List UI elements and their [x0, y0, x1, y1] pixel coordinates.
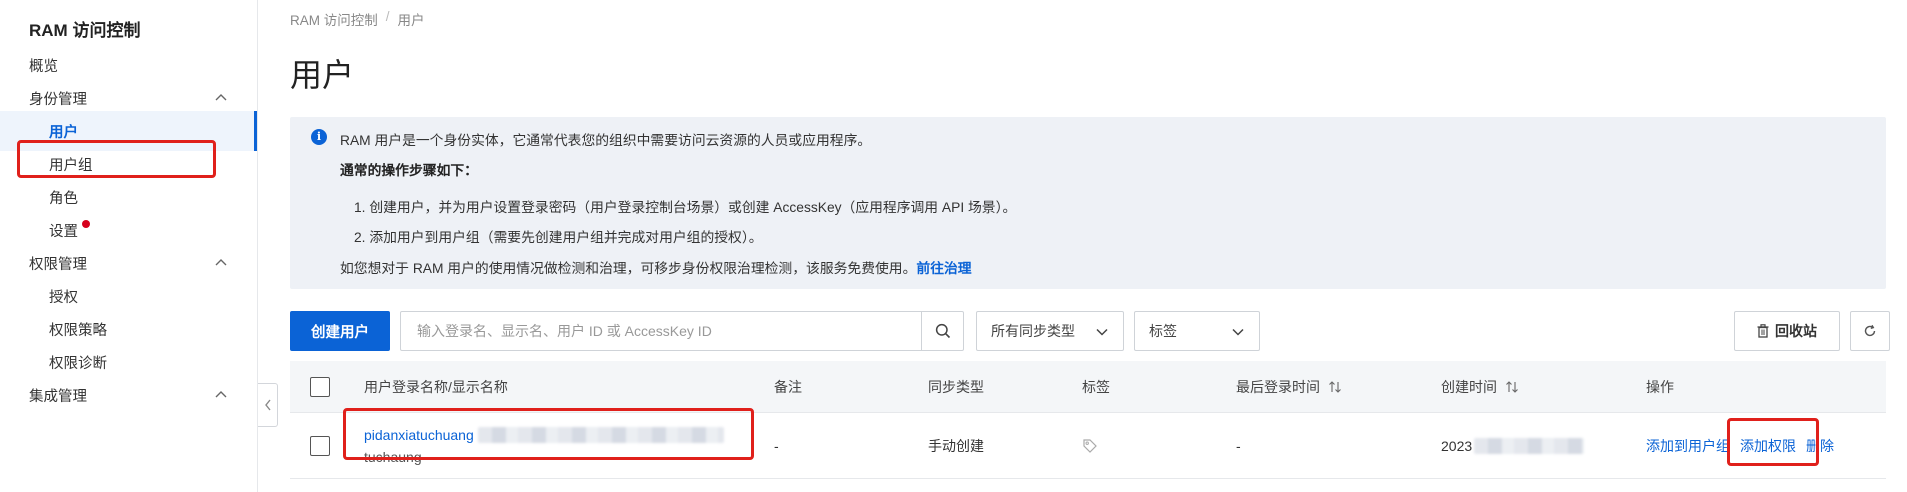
header-select-cell [310, 361, 330, 412]
sort-icon [1506, 380, 1518, 393]
sidebar-item-label: 身份管理 [29, 91, 87, 108]
add-to-group-link[interactable]: 添加到用户组 [1646, 436, 1730, 456]
sidebar-item-label: 用户组 [49, 157, 93, 174]
tag-select-value: 标签 [1149, 323, 1177, 339]
create-user-button[interactable]: 创建用户 [290, 311, 390, 351]
header-last-login-label: 最后登录时间 [1236, 378, 1320, 395]
breadcrumb-item-users: 用户 [397, 13, 425, 28]
sidebar-item-label: 权限策略 [49, 322, 107, 339]
row-select-cell [310, 413, 330, 478]
breadcrumb-item-ram[interactable]: RAM 访问控制 [290, 9, 378, 29]
search-icon [935, 323, 950, 339]
search-input[interactable] [401, 312, 921, 350]
sidebar-item-label: 概览 [29, 58, 58, 75]
add-permission-link[interactable]: 添加权限 [1740, 436, 1796, 456]
sidebar-title: RAM 访问控制 [29, 21, 141, 40]
info-line-step1: 1. 创建用户，并为用户设置登录密码（用户登录控制台场景）或创建 AccessK… [354, 200, 1017, 215]
info-line-steps-title: 通常的操作步骤如下： [340, 163, 478, 178]
notification-dot [82, 220, 90, 228]
header-last-login[interactable]: 最后登录时间 [1236, 361, 1342, 412]
sort-icon [1329, 380, 1341, 393]
tag-icon [1083, 438, 1097, 453]
info-line-governance: 如您想对于 RAM 用户的使用情况做检测和治理，可移步身份权限治理检测，该服务免… [340, 257, 972, 277]
user-created-time: 2023 [1441, 437, 1473, 454]
user-created-cell: 2023 [1441, 413, 1585, 478]
chevron-left-icon [264, 399, 271, 411]
select-all-checkbox[interactable] [310, 376, 330, 397]
user-sync-type: 手动创建 [928, 437, 984, 454]
sidebar-item-label: 集成管理 [29, 388, 87, 405]
sidebar-collapse-handle[interactable] [258, 383, 278, 427]
info-line-intro: RAM 用户是一个身份实体，它通常代表您的组织中需要访问云资源的人员或应用程序。 [340, 133, 872, 148]
header-name: 用户登录名称/显示名称 [364, 378, 508, 395]
user-name-cell: pidanxiatuchuang tuchaung [364, 413, 724, 478]
chevron-down-icon [1232, 328, 1244, 336]
search-box [400, 311, 964, 351]
info-governance-text: 如您想对于 RAM 用户的使用情况做检测和治理，可移步身份权限治理检测，该服务免… [340, 261, 917, 276]
chevron-down-icon [1096, 328, 1108, 336]
refresh-icon [1864, 324, 1876, 337]
table-row: pidanxiatuchuang tuchaung - 手动创建 - 2023 … [290, 413, 1886, 479]
header-actions: 操作 [1646, 378, 1674, 395]
info-icon: i [311, 129, 327, 145]
sidebar-item-label: 授权 [49, 289, 78, 306]
sidebar: RAM 访问控制 概览 身份管理 用户 用户组 角色 设置 权限管理 授权 权限… [0, 0, 258, 492]
refresh-button[interactable] [1850, 311, 1890, 351]
table-header: 用户登录名称/显示名称 备注 同步类型 标签 最后登录时间 创建时间 操作 [290, 361, 1886, 413]
user-login-name-link[interactable]: pidanxiatuchuang [364, 427, 474, 443]
sidebar-item-label: 用户 [49, 124, 78, 141]
user-last-login: - [1236, 437, 1241, 454]
header-created-label: 创建时间 [1441, 378, 1497, 395]
sidebar-group-integration[interactable]: 集成管理 [0, 375, 257, 415]
sidebar-item-label: 角色 [49, 190, 78, 207]
header-note: 备注 [774, 378, 802, 395]
user-note: - [774, 437, 779, 454]
sidebar-item-label: 设置 [49, 223, 78, 240]
search-button[interactable] [921, 312, 963, 350]
sidebar-item-label: 权限管理 [29, 256, 87, 273]
row-checkbox[interactable] [310, 435, 330, 456]
delete-user-link[interactable]: 删除 [1806, 436, 1834, 456]
info-notice: i RAM 用户是一个身份实体，它通常代表您的组织中需要访问云资源的人员或应用程… [290, 117, 1886, 289]
tag-select[interactable]: 标签 [1134, 311, 1260, 351]
user-display-name: tuchaung [364, 448, 422, 465]
recycle-bin-label: 回收站 [1775, 323, 1817, 339]
chevron-up-icon [215, 259, 227, 266]
recycle-bin-button[interactable]: 回收站 [1734, 311, 1840, 351]
trash-icon [1757, 324, 1769, 338]
header-sync-type: 同步类型 [928, 378, 984, 395]
user-actions-cell: 添加到用户组 添加权限 删除 [1646, 413, 1834, 478]
user-login-line: pidanxiatuchuang [364, 426, 724, 443]
breadcrumb: RAM 访问控制 / 用户 [290, 9, 425, 29]
chevron-up-icon [215, 391, 227, 398]
sidebar-item-label: 权限诊断 [49, 355, 107, 372]
page-title: 用户 [290, 57, 355, 93]
chevron-up-icon [215, 94, 227, 101]
sync-type-select-value: 所有同步类型 [991, 323, 1075, 339]
info-line-step2: 2. 添加用户到用户组（需要先创建用户组并完成对用户组的授权）。 [354, 230, 763, 245]
header-tag: 标签 [1082, 378, 1110, 395]
header-created[interactable]: 创建时间 [1441, 361, 1519, 412]
redacted-text [1474, 437, 1585, 454]
sync-type-select[interactable]: 所有同步类型 [976, 311, 1124, 351]
redacted-text [477, 426, 724, 443]
governance-link[interactable]: 前往治理 [916, 261, 971, 276]
user-tag-cell[interactable] [1082, 413, 1098, 478]
breadcrumb-separator: / [385, 9, 390, 24]
